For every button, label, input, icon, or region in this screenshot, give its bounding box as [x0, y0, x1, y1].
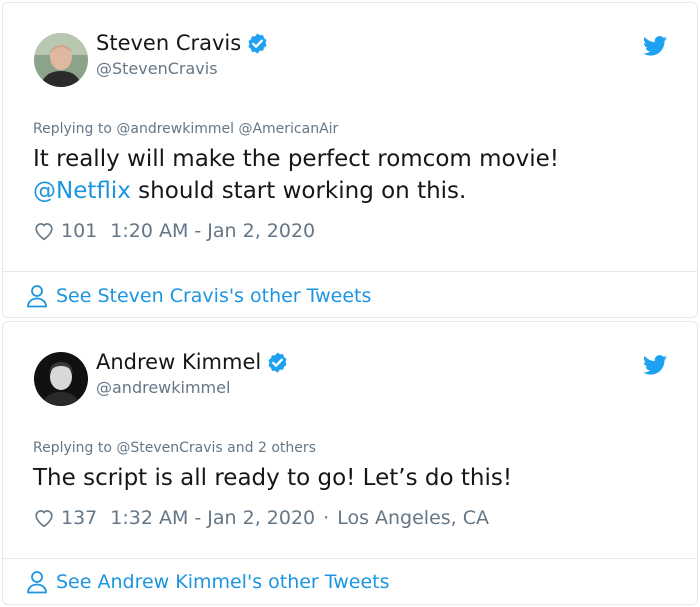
heart-icon[interactable]	[33, 507, 55, 529]
tweet-text-rest: should start working on this.	[130, 178, 467, 204]
tweet-text: The script is all ready to go! Let’s do …	[33, 462, 673, 494]
tweet-meta: 101 1:20 AM - Jan 2, 2020	[33, 220, 315, 242]
author-name[interactable]: Steven Cravis	[96, 31, 241, 55]
verified-badge-icon	[248, 32, 267, 54]
tweet-meta: 137 1:32 AM - Jan 2, 2020 · Los Angeles,…	[33, 507, 489, 529]
tweet-text-line: The script is all ready to go! Let’s do …	[33, 465, 513, 491]
person-icon	[27, 285, 47, 308]
tweet-text-line: It really will make the perfect romcom m…	[33, 146, 559, 172]
like-count[interactable]: 137	[61, 507, 97, 529]
mention-link[interactable]: @Netflix	[33, 178, 131, 204]
like-count[interactable]: 101	[61, 220, 97, 242]
tweet-location[interactable]: Los Angeles, CA	[337, 507, 489, 529]
heart-icon[interactable]	[33, 220, 55, 242]
tweet-text-line: @Netflix should start working on this.	[33, 175, 673, 207]
divider	[3, 271, 697, 272]
author-name[interactable]: Andrew Kimmel	[96, 350, 261, 374]
replying-to: Replying to @andrewkimmel @AmericanAir	[33, 121, 339, 137]
person-icon	[27, 571, 47, 594]
twitter-bird-icon[interactable]	[643, 355, 667, 375]
tweet-text: It really will make the perfect romcom m…	[33, 143, 673, 207]
see-other-tweets-label: See Andrew Kimmel's other Tweets	[56, 571, 390, 593]
twitter-bird-icon[interactable]	[643, 36, 667, 56]
see-other-tweets-label: See Steven Cravis's other Tweets	[56, 285, 372, 307]
author-row: Andrew Kimmel	[96, 350, 289, 374]
author-handle[interactable]: @StevenCravis	[96, 59, 218, 78]
divider	[3, 558, 697, 559]
verified-badge-icon	[268, 351, 287, 373]
meta-separator: ·	[323, 507, 330, 529]
avatar[interactable]	[34, 352, 88, 406]
see-other-tweets-link[interactable]: See Steven Cravis's other Tweets	[26, 284, 371, 308]
replying-to: Replying to @StevenCravis and 2 others	[33, 440, 316, 456]
see-other-tweets-link[interactable]: See Andrew Kimmel's other Tweets	[26, 570, 390, 594]
tweet-timestamp[interactable]: 1:20 AM - Jan 2, 2020	[110, 220, 315, 242]
tweet-card: Andrew Kimmel @andrewkimmel Replying to …	[2, 321, 698, 605]
author-row: Steven Cravis	[96, 31, 269, 55]
tweet-card: Steven Cravis @StevenCravis Replying to …	[2, 2, 698, 318]
author-handle[interactable]: @andrewkimmel	[96, 378, 230, 397]
tweet-timestamp[interactable]: 1:32 AM - Jan 2, 2020	[110, 507, 315, 529]
avatar[interactable]	[34, 33, 88, 87]
avatar-photo	[34, 33, 88, 87]
avatar-photo	[34, 352, 88, 406]
